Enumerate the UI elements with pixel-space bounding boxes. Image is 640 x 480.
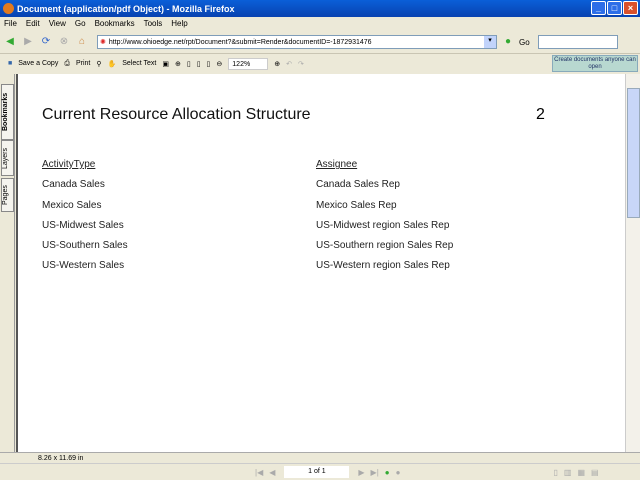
- menu-help[interactable]: Help: [171, 19, 187, 28]
- title-bar: Document (application/pdf Object) - Mozi…: [0, 0, 640, 17]
- close-button[interactable]: ×: [623, 1, 638, 15]
- go-button[interactable]: Go: [519, 38, 530, 47]
- zoom-field[interactable]: 122%: [228, 57, 269, 70]
- url-text: http://www.ohioedge.net/rpt/Document?&su…: [108, 38, 372, 46]
- menu-bookmarks[interactable]: Bookmarks: [95, 19, 135, 28]
- select-text-button[interactable]: Select Text: [122, 60, 156, 67]
- table-cell: US-Western Sales: [42, 260, 125, 272]
- actual-size-icon[interactable]: ▯: [187, 60, 191, 68]
- firefox-icon: [3, 3, 14, 14]
- zoom-out-icon[interactable]: ⊖: [216, 60, 222, 68]
- zoom-in-tool-icon[interactable]: ⊕: [175, 60, 181, 68]
- fit-width-icon[interactable]: ▯: [207, 60, 211, 68]
- menu-edit[interactable]: Edit: [26, 19, 40, 28]
- table-cell: Mexico Sales Rep: [316, 199, 397, 211]
- status-bar: 8.26 x 11.69 in: [0, 452, 640, 463]
- table-cell: US-Midwest Sales: [42, 219, 124, 231]
- table-cell: Mexico Sales: [42, 199, 102, 211]
- next-page-icon[interactable]: ▶: [358, 468, 364, 477]
- activity-column: ActivityType Canada Sales Mexico Sales U…: [42, 155, 128, 277]
- fit-page-icon[interactable]: ▯: [197, 60, 201, 68]
- table-cell: US-Midwest region Sales Rep: [316, 219, 450, 231]
- page-title: Current Resource Allocation Structure: [42, 106, 311, 123]
- page-number: 2: [536, 106, 545, 123]
- rotate-icon[interactable]: ↶: [286, 60, 292, 68]
- url-dropdown-icon[interactable]: ▾: [484, 36, 496, 48]
- reload-icon[interactable]: ⟳: [39, 35, 53, 49]
- column-header: ActivityType: [42, 159, 96, 170]
- column-header: Assignee: [316, 159, 358, 170]
- save-copy-button[interactable]: Save a Copy: [18, 60, 58, 67]
- redo-icon[interactable]: ↷: [298, 60, 304, 68]
- continuous-facing-layout-icon[interactable]: ▤: [591, 468, 599, 477]
- promo-button[interactable]: Create documents anyone can open: [552, 55, 638, 72]
- table-cell: Canada Sales: [42, 179, 105, 191]
- url-bar[interactable]: ✺ http://www.ohioedge.net/rpt/Document?&…: [97, 35, 497, 49]
- menu-go[interactable]: Go: [75, 19, 86, 28]
- facing-layout-icon[interactable]: ▦: [577, 468, 585, 477]
- table-cell: US-Western region Sales Rep: [316, 260, 450, 272]
- go-icon[interactable]: ●: [501, 35, 515, 49]
- page-size: 8.26 x 11.69 in: [38, 455, 84, 462]
- maximize-button[interactable]: □: [607, 1, 622, 15]
- first-page-icon[interactable]: |◀: [255, 468, 263, 477]
- window-title: Document (application/pdf Object) - Mozi…: [17, 3, 235, 14]
- minimize-button[interactable]: _: [591, 1, 606, 15]
- table-cell: US-Southern region Sales Rep: [316, 240, 454, 252]
- menu-view[interactable]: View: [49, 19, 66, 28]
- vertical-scrollbar[interactable]: [625, 74, 640, 452]
- last-page-icon[interactable]: ▶|: [371, 468, 379, 477]
- stop-icon[interactable]: ⊗: [57, 35, 71, 49]
- single-page-layout-icon[interactable]: ▯: [553, 468, 557, 477]
- site-icon: ✺: [100, 39, 106, 46]
- go-forward-view-icon[interactable]: ●: [396, 468, 401, 477]
- page-indicator[interactable]: 1 of 1: [284, 466, 350, 478]
- snapshot-icon[interactable]: ▣: [162, 60, 169, 68]
- tab-pages[interactable]: Pages: [1, 178, 14, 212]
- table-cell: Canada Sales Rep: [316, 179, 400, 191]
- go-back-view-icon[interactable]: ●: [385, 468, 390, 477]
- pdf-page: Current Resource Allocation Structure 2 …: [16, 74, 625, 452]
- scrollbar-thumb[interactable]: [627, 88, 640, 218]
- find-icon[interactable]: ⚲: [96, 60, 101, 68]
- side-tabs: Bookmarks Layers Pages: [0, 74, 15, 452]
- home-icon[interactable]: ⌂: [75, 35, 89, 49]
- hand-tool-icon[interactable]: ✋: [107, 60, 116, 68]
- navigation-toolbar: ◀ ▶ ⟳ ⊗ ⌂ ✺ http://www.ohioedge.net/rpt/…: [0, 31, 640, 53]
- search-input[interactable]: [537, 35, 618, 49]
- save-icon: ■: [8, 60, 13, 67]
- table-cell: US-Southern Sales: [42, 240, 128, 252]
- page-navigation-bar: |◀ ◀ 1 of 1 ▶ ▶| ● ● ▯ ▥ ▦ ▤: [0, 463, 640, 480]
- tab-layers[interactable]: Layers: [1, 140, 14, 176]
- back-icon[interactable]: ◀: [3, 35, 17, 49]
- menu-file[interactable]: File: [4, 19, 17, 28]
- print-icon: ⎙: [64, 59, 70, 67]
- acrobat-toolbar: ■ Save a Copy ⎙ Print ⚲ ✋ Select Text ▣ …: [0, 53, 640, 73]
- menu-bar: File Edit View Go Bookmarks Tools Help: [0, 17, 640, 30]
- assignee-column: Assignee Canada Sales Rep Mexico Sales R…: [316, 155, 453, 277]
- tab-bookmarks[interactable]: Bookmarks: [1, 84, 14, 140]
- continuous-layout-icon[interactable]: ▥: [564, 468, 572, 477]
- zoom-in-icon[interactable]: ⊕: [274, 60, 280, 68]
- forward-icon[interactable]: ▶: [21, 35, 35, 49]
- previous-page-icon[interactable]: ◀: [269, 468, 275, 477]
- menu-tools[interactable]: Tools: [144, 19, 163, 28]
- print-button[interactable]: Print: [76, 60, 90, 67]
